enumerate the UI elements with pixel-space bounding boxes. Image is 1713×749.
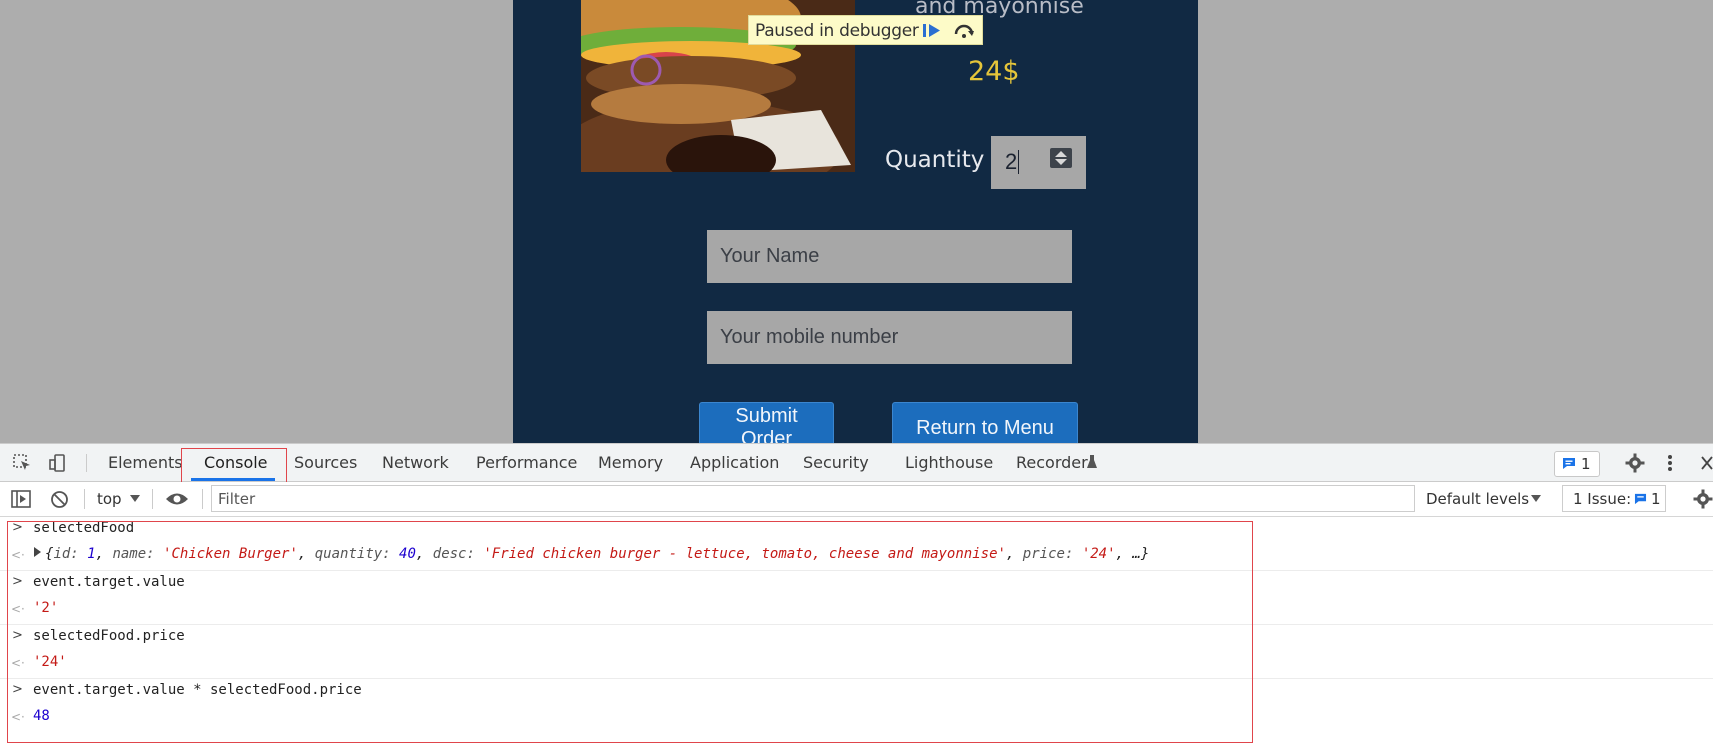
tab-security[interactable]: Security — [803, 453, 869, 472]
spinner-up-icon[interactable] — [1055, 151, 1067, 157]
resume-icon[interactable] — [921, 22, 943, 39]
eye-icon[interactable] — [165, 491, 189, 507]
spinner-down-icon[interactable] — [1055, 159, 1067, 165]
console-output: > selectedFood <· {id: 1, name: 'Chicken… — [0, 517, 1713, 749]
toolbar-divider — [84, 489, 85, 509]
quantity-value: 2 — [1005, 149, 1020, 174]
clear-console-icon[interactable] — [50, 490, 69, 509]
issues-button[interactable]: 1 Issue: 1 — [1562, 485, 1666, 512]
message-icon — [1563, 458, 1575, 469]
context-selector[interactable]: top — [97, 490, 122, 508]
mobile-input[interactable] — [707, 311, 1072, 364]
chevron-down-icon[interactable] — [1531, 495, 1541, 502]
order-card: and mayonnise 24$ Quantity 2 Submit Orde… — [513, 0, 1198, 443]
device-toolbar-icon[interactable] — [48, 453, 68, 473]
log-levels-dropdown[interactable]: Default levels — [1426, 490, 1529, 508]
submit-order-button[interactable]: Submit Order — [699, 402, 834, 443]
more-options-icon[interactable] — [1666, 453, 1674, 473]
devtools-tabbar: Elements Console Sources Network Perform… — [0, 444, 1713, 486]
issues-label: 1 Issue: — [1573, 490, 1632, 508]
close-icon[interactable] — [1700, 455, 1713, 471]
issue-message-icon — [1634, 493, 1647, 505]
tab-lighthouse[interactable]: Lighthouse — [905, 453, 993, 472]
name-input[interactable] — [707, 230, 1072, 283]
quantity-stepper[interactable]: 2 — [991, 136, 1086, 189]
tab-sources[interactable]: Sources — [294, 453, 357, 472]
page-viewport: and mayonnise 24$ Quantity 2 Submit Orde… — [0, 0, 1713, 443]
tab-recorder[interactable]: Recorder — [1016, 453, 1088, 472]
sidebar-toggle-icon[interactable] — [11, 490, 31, 508]
chevron-down-icon[interactable] — [130, 495, 140, 502]
console-tab-highlight — [181, 448, 287, 486]
spinner-icon[interactable] — [1050, 148, 1072, 168]
filter-input[interactable] — [211, 485, 1415, 512]
console-settings-gear-icon[interactable] — [1693, 489, 1713, 509]
step-over-icon[interactable] — [953, 22, 975, 39]
tab-application[interactable]: Application — [690, 453, 779, 472]
debugger-paused-label: Paused in debugger — [755, 21, 919, 41]
gear-icon[interactable] — [1625, 453, 1645, 473]
tab-performance[interactable]: Performance — [476, 453, 577, 472]
devtools-panel: Elements Console Sources Network Perform… — [0, 443, 1713, 749]
messages-badge[interactable]: 1 — [1554, 451, 1600, 477]
toolbar-divider — [152, 489, 153, 509]
toolbar-divider — [202, 489, 203, 509]
quantity-label: Quantity — [885, 147, 985, 173]
issues-count: 1 — [1651, 490, 1661, 508]
flask-icon — [1087, 455, 1097, 468]
debugger-paused-banner: Paused in debugger — [748, 15, 983, 45]
return-to-menu-button[interactable]: Return to Menu — [892, 402, 1078, 443]
food-price: 24$ — [968, 56, 1020, 87]
tab-network[interactable]: Network — [382, 453, 449, 472]
console-results-highlight — [7, 521, 1253, 743]
inspect-element-icon[interactable] — [12, 453, 32, 473]
tabbar-divider — [86, 454, 87, 472]
console-toolbar: top Default levels 1 Issue: 1 — [0, 482, 1713, 517]
tab-elements[interactable]: Elements — [108, 453, 183, 472]
tab-memory[interactable]: Memory — [598, 453, 663, 472]
messages-count: 1 — [1581, 455, 1591, 473]
